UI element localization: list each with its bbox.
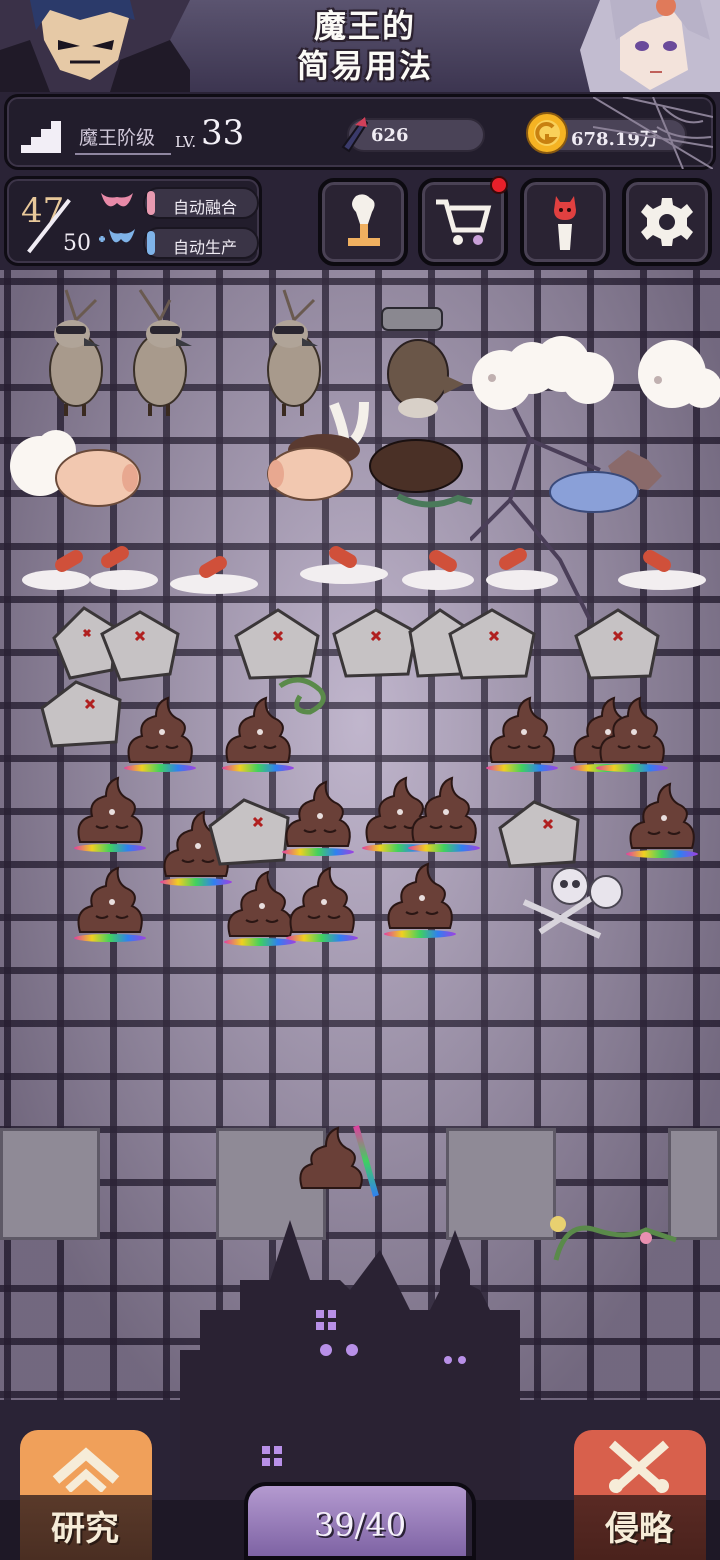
wave-progress-bar: 39/40: [244, 1482, 476, 1560]
sausage-plate-unit[interactable]: [20, 540, 160, 594]
sausage-plate-unit[interactable]: [398, 540, 562, 594]
research-button[interactable]: 研究: [10, 1400, 160, 1560]
gear-icon: [641, 198, 693, 246]
auto-produce-label: 自动生产: [173, 238, 238, 257]
spiderweb-decoration: [593, 97, 713, 169]
rock-golem-unit[interactable]: [572, 606, 662, 682]
demon-pillar-button[interactable]: [520, 178, 610, 266]
sheep-cloud-unit[interactable]: [462, 328, 720, 428]
gem-icon: [341, 117, 369, 153]
level-prefix: LV.: [175, 133, 197, 151]
heroine-portrait: [580, 0, 720, 92]
game-logo: 魔王的 简易用法: [280, 6, 450, 90]
gargoyle-unit[interactable]: [372, 304, 468, 424]
unit-capacity-panel: 47 50 自动融合 自动生产: [4, 176, 262, 266]
research-label: 研究: [51, 1509, 119, 1549]
slime-slug-unit[interactable]: [548, 446, 668, 516]
sausage-plate-unit[interactable]: [612, 540, 712, 594]
shop-notification-dot: [490, 176, 508, 194]
mushroom-lizard-unit[interactable]: [368, 436, 478, 516]
chevron-up-icon: [52, 1447, 120, 1492]
auto-produce-toggle[interactable]: 自动生产: [143, 227, 259, 259]
demon-pillar-icon: [554, 196, 576, 250]
sausage-plate-unit[interactable]: [164, 546, 264, 596]
pig-bunny-unit[interactable]: [264, 400, 384, 504]
sheep-pig-unit[interactable]: [6, 420, 146, 512]
rock-golem-unit[interactable]: [330, 604, 540, 682]
skull-pile-unit[interactable]: [520, 862, 640, 942]
rank-label: 魔王阶级: [79, 127, 156, 149]
produce-horns-icon: [99, 229, 135, 243]
status-bar: 魔王阶级 LV. 33 626 678.19万: [4, 94, 716, 170]
crow-unit[interactable]: [120, 280, 200, 420]
rock-golem-unit[interactable]: [50, 604, 190, 682]
invade-button[interactable]: 侵略: [564, 1400, 714, 1560]
cart-icon: [436, 199, 492, 245]
logo-line-1: 魔王的: [313, 7, 416, 45]
level-value: 33: [201, 113, 245, 153]
upgrade-button[interactable]: [318, 178, 408, 266]
capacity-max: 50: [63, 231, 91, 256]
auto-merge-toggle[interactable]: 自动融合: [143, 187, 259, 219]
trophy-statue-icon: [348, 194, 380, 246]
invade-label: 侵略: [605, 1509, 673, 1549]
demon-king-portrait: [0, 0, 190, 92]
rank-stairs-icon: [21, 121, 61, 153]
rank-underline: [75, 153, 171, 155]
settings-button[interactable]: [622, 178, 712, 266]
rock-golem-unit[interactable]: [232, 606, 322, 682]
logo-line-2: 简易用法: [296, 47, 433, 85]
crossed-swords-icon: [609, 1440, 669, 1494]
sausage-plate-unit[interactable]: [294, 536, 394, 586]
merge-horns-icon: [101, 193, 133, 207]
dropping-poop-unit[interactable]: [296, 1122, 386, 1202]
gem-amount: 626: [371, 125, 409, 146]
gold-coin-icon: [526, 112, 568, 154]
crow-unit[interactable]: [254, 280, 334, 420]
crow-unit[interactable]: [36, 280, 116, 420]
title-banner: 魔王的 简易用法: [0, 0, 720, 92]
wave-progress-text: 39/40: [313, 1506, 407, 1544]
auto-merge-label: 自动融合: [173, 198, 238, 217]
